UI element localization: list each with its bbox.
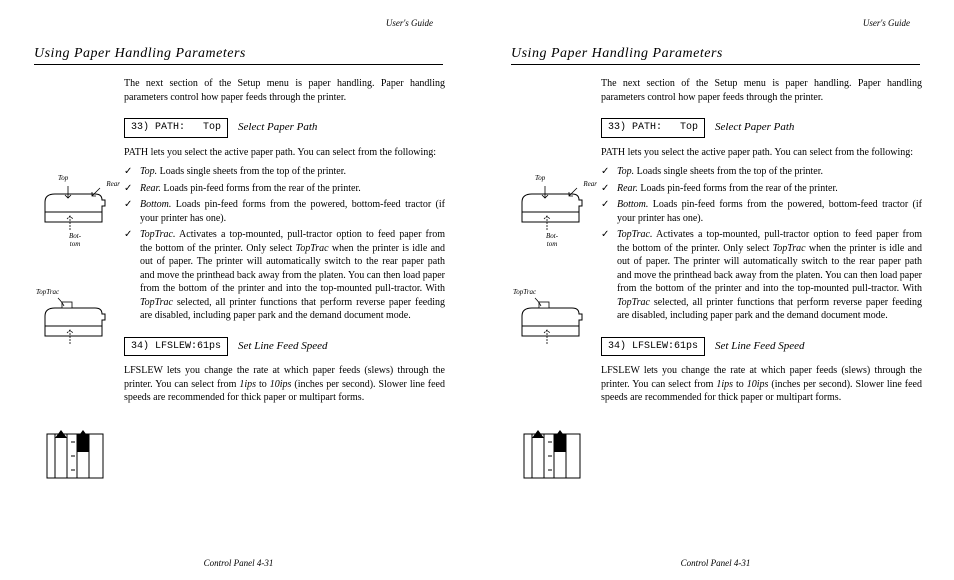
param-path-header: 33) PATH: Top Select Paper Path bbox=[601, 118, 922, 138]
printer-toptrac-icon bbox=[40, 296, 110, 346]
list-item: Rear. Loads pin-feed forms from the rear… bbox=[124, 182, 445, 196]
running-head: User's Guide bbox=[511, 18, 930, 28]
lcd-path: 33) PATH: Top bbox=[124, 118, 228, 138]
printer-top-icon bbox=[517, 182, 587, 232]
param-path-desc: PATH lets you select the active paper pa… bbox=[124, 146, 445, 160]
list-item: Rear. Loads pin-feed forms from the rear… bbox=[601, 182, 922, 196]
printer-top-icon bbox=[40, 182, 110, 232]
path-options-list: Top. Loads single sheets from the top of… bbox=[124, 165, 445, 323]
figure-slew bbox=[34, 428, 116, 482]
lcd-path: 33) PATH: Top bbox=[601, 118, 705, 138]
figure-printer-paths: Top Rear Bot- tom bbox=[511, 182, 593, 248]
page-footer: Control Panel 4-31 bbox=[0, 558, 477, 568]
printer-toptrac-icon bbox=[517, 296, 587, 346]
page-left: User's Guide Using Paper Handling Parame… bbox=[0, 0, 477, 580]
figure-printer-toptrac: TopTrac bbox=[511, 288, 593, 346]
intro-text: The next section of the Setup menu is pa… bbox=[124, 77, 445, 104]
page-right: User's Guide Using Paper Handling Parame… bbox=[477, 0, 954, 580]
path-options-list: Top. Loads single sheets from the top of… bbox=[601, 165, 922, 323]
figure-slew bbox=[511, 428, 593, 482]
list-item: Bottom. Loads pin-feed forms from the po… bbox=[601, 198, 922, 225]
section-title: Using Paper Handling Parameters bbox=[511, 46, 920, 65]
figure-printer-paths: Top Rear Bot- tom bbox=[34, 182, 116, 248]
slew-icon bbox=[45, 428, 105, 482]
slew-icon bbox=[522, 428, 582, 482]
section-title: Using Paper Handling Parameters bbox=[34, 46, 443, 65]
param-path-name: Select Paper Path bbox=[238, 120, 317, 135]
lcd-lfslew: 34) LFSLEW:61ps bbox=[124, 337, 228, 357]
intro-text: The next section of the Setup menu is pa… bbox=[601, 77, 922, 104]
param-path-desc: PATH lets you select the active paper pa… bbox=[601, 146, 922, 160]
lcd-lfslew: 34) LFSLEW:61ps bbox=[601, 337, 705, 357]
running-head: User's Guide bbox=[34, 18, 453, 28]
list-item: Top. Loads single sheets from the top of… bbox=[601, 165, 922, 179]
param-lfslew-header: 34) LFSLEW:61ps Set Line Feed Speed bbox=[601, 337, 922, 357]
param-lfslew-header: 34) LFSLEW:61ps Set Line Feed Speed bbox=[124, 337, 445, 357]
list-item: Bottom. Loads pin-feed forms from the po… bbox=[124, 198, 445, 225]
param-lfslew-name: Set Line Feed Speed bbox=[715, 339, 805, 354]
param-path-name: Select Paper Path bbox=[715, 120, 794, 135]
list-item: Top. Loads single sheets from the top of… bbox=[124, 165, 445, 179]
figure-printer-toptrac: TopTrac bbox=[34, 288, 116, 346]
param-lfslew-desc: LFSLEW lets you change the rate at which… bbox=[124, 364, 445, 405]
list-item: TopTrac. Activates a top-mounted, pull-t… bbox=[124, 228, 445, 323]
list-item: TopTrac. Activates a top-mounted, pull-t… bbox=[601, 228, 922, 323]
param-lfslew-name: Set Line Feed Speed bbox=[238, 339, 328, 354]
param-path-header: 33) PATH: Top Select Paper Path bbox=[124, 118, 445, 138]
page-footer: Control Panel 4-31 bbox=[477, 558, 954, 568]
param-lfslew-desc: LFSLEW lets you change the rate at which… bbox=[601, 364, 922, 405]
